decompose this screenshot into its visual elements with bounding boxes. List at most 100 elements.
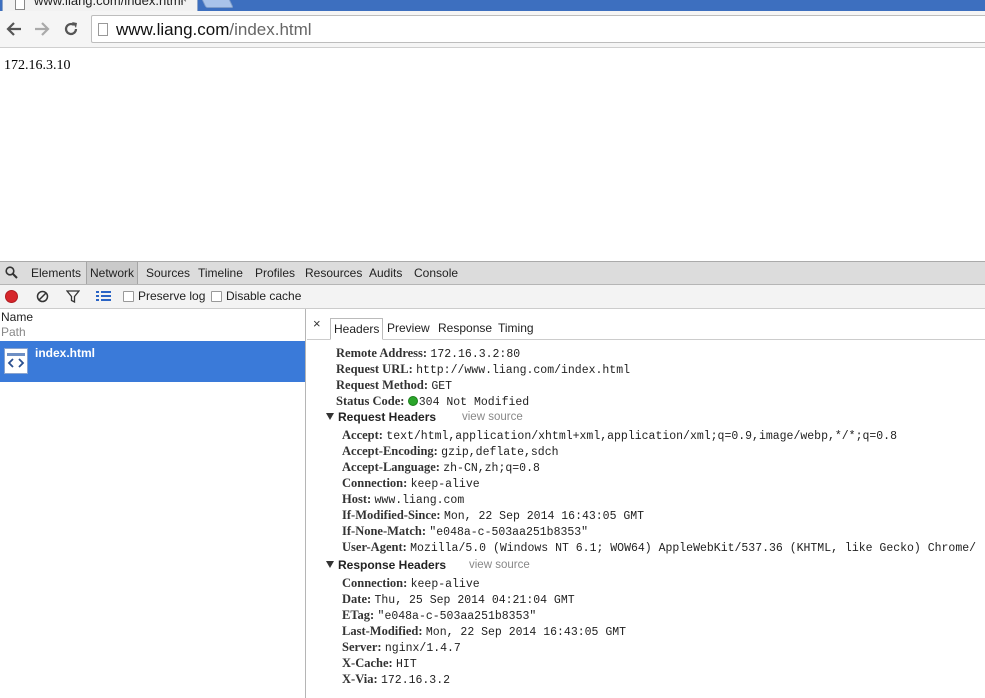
devtools-tab-bar: Elements Network Sources Timeline Profil… [0, 262, 985, 285]
request-row[interactable]: index.html [0, 341, 305, 382]
header-key: Request URL: [336, 362, 413, 376]
tab-timeline[interactable]: Timeline [195, 262, 246, 284]
browser-tab[interactable]: www.liang.com/index.html × [2, 0, 198, 11]
header-value: nginx/1.4.7 [384, 642, 461, 655]
close-icon[interactable]: × [313, 316, 321, 331]
header-status-code: Status Code: 304 Not Modified [336, 394, 529, 409]
header-key: Date: [342, 592, 372, 606]
column-header-name[interactable]: Name [1, 310, 33, 324]
header-value: "e048a-c-503aa251b8353" [429, 526, 589, 539]
header-value: www.liang.com [374, 494, 465, 507]
filter-icon[interactable] [66, 290, 80, 303]
detail-tab-bar: × Headers Preview Response Timing [307, 309, 985, 340]
header-key: X-Cache: [342, 656, 393, 670]
request-list: Name Path index.html [0, 309, 306, 698]
tab-network[interactable]: Network [86, 262, 139, 284]
header-value: gzip,deflate,sdch [441, 446, 559, 459]
response-header-row: X-Via: 172.16.3.2 [342, 672, 450, 687]
response-header-row: Server: nginx/1.4.7 [342, 640, 461, 655]
header-remote-address: Remote Address: 172.16.3.2:80 [336, 346, 520, 361]
request-headers-toggle[interactable]: Request Headers [326, 410, 436, 424]
page-body-text: 172.16.3.10 [4, 58, 71, 73]
clear-icon[interactable] [36, 290, 49, 303]
response-header-row: Last-Modified: Mon, 22 Sep 2014 16:43:05… [342, 624, 626, 639]
header-key: Server: [342, 640, 382, 654]
tab-headers[interactable]: Headers [330, 318, 384, 340]
tab-elements[interactable]: Elements [28, 262, 84, 284]
reload-icon [64, 22, 78, 36]
preserve-log-label: Preserve log [138, 289, 206, 303]
browser-toolbar: www.liang.com/index.html [0, 11, 985, 48]
tab-strip: www.liang.com/index.html × [0, 0, 985, 11]
header-value: keep-alive [410, 478, 480, 491]
tab-response[interactable]: Response [435, 318, 495, 340]
tab-audits[interactable]: Audits [366, 262, 405, 284]
header-key: If-None-Match: [342, 524, 427, 538]
column-header-path: Path [1, 325, 26, 339]
request-header-row: Host: www.liang.com [342, 492, 464, 507]
preserve-log-checkbox[interactable] [123, 291, 134, 302]
request-header-row: User-Agent: Mozilla/5.0 (Windows NT 6.1;… [342, 540, 976, 555]
header-value: keep-alive [410, 578, 480, 591]
tab-sources[interactable]: Sources [143, 262, 193, 284]
disable-cache-label: Disable cache [226, 289, 302, 303]
tab-resources[interactable]: Resources [302, 262, 365, 284]
response-headers-toggle[interactable]: Response Headers [326, 558, 446, 572]
request-header-row: Connection: keep-alive [342, 476, 480, 491]
network-toolbar: Preserve log Disable cache [0, 285, 985, 309]
request-header-row: If-None-Match: "e048a-c-503aa251b8353" [342, 524, 588, 539]
header-value: 172.16.3.2 [380, 674, 450, 687]
url-path: /index.html [229, 20, 312, 39]
reload-button[interactable] [61, 18, 81, 40]
html-file-icon [4, 348, 28, 374]
header-key: User-Agent: [342, 540, 407, 554]
header-key: Accept: [342, 428, 383, 442]
header-value: 304 Not Modified [418, 396, 530, 409]
request-header-row: Accept-Encoding: gzip,deflate,sdch [342, 444, 559, 459]
header-key: X-Via: [342, 672, 378, 686]
disable-cache-checkbox[interactable] [211, 291, 222, 302]
header-value: Mon, 22 Sep 2014 16:43:05 GMT [443, 510, 645, 523]
tab-preview[interactable]: Preview [384, 318, 433, 340]
tab-console[interactable]: Console [411, 262, 461, 284]
header-key: Accept-Language: [342, 460, 440, 474]
tab-profiles[interactable]: Profiles [252, 262, 298, 284]
url-text[interactable]: www.liang.com/index.html [116, 20, 312, 40]
header-value: Mon, 22 Sep 2014 16:43:05 GMT [425, 626, 627, 639]
header-key: Connection: [342, 576, 408, 590]
header-key: If-Modified-Since: [342, 508, 441, 522]
request-view-source-link[interactable]: view source [462, 411, 523, 423]
forward-button[interactable] [32, 18, 52, 40]
header-key: Host: [342, 492, 372, 506]
response-headers-title: Response Headers [338, 558, 447, 572]
triangle-down-icon [326, 561, 334, 568]
header-value: "e048a-c-503aa251b8353" [377, 610, 537, 623]
request-header-row: If-Modified-Since: Mon, 22 Sep 2014 16:4… [342, 508, 644, 523]
address-bar[interactable]: www.liang.com/index.html [91, 15, 985, 43]
request-detail-pane: × Headers Preview Response Timing Remote… [307, 309, 985, 698]
list-view-icon[interactable] [96, 290, 111, 302]
record-button[interactable] [5, 290, 18, 303]
request-header-row: Accept: text/html,application/xhtml+xml,… [342, 428, 897, 443]
back-button[interactable] [4, 18, 24, 40]
header-key: Connection: [342, 476, 408, 490]
page-icon [98, 23, 108, 36]
header-request-url: Request URL: http://www.liang.com/index.… [336, 362, 630, 377]
request-name: index.html [35, 346, 96, 360]
response-view-source-link[interactable]: view source [469, 559, 530, 571]
header-key: Request Method: [336, 378, 429, 392]
response-header-row: Date: Thu, 25 Sep 2014 04:21:04 GMT [342, 592, 575, 607]
page-icon [15, 0, 25, 10]
header-value: HIT [396, 658, 417, 671]
response-header-row: X-Cache: HIT [342, 656, 417, 671]
search-icon[interactable] [5, 266, 18, 279]
tab-title: www.liang.com/index.html [34, 0, 184, 8]
new-tab-button[interactable] [198, 0, 234, 8]
page-content: 172.16.3.10 [0, 48, 985, 261]
header-key: Accept-Encoding: [342, 444, 438, 458]
response-header-row: ETag: "e048a-c-503aa251b8353" [342, 608, 536, 623]
devtools-panel: Elements Network Sources Timeline Profil… [0, 261, 985, 698]
tab-timing[interactable]: Timing [495, 318, 537, 340]
triangle-down-icon [326, 413, 334, 420]
tab-close-icon[interactable]: × [180, 0, 187, 6]
